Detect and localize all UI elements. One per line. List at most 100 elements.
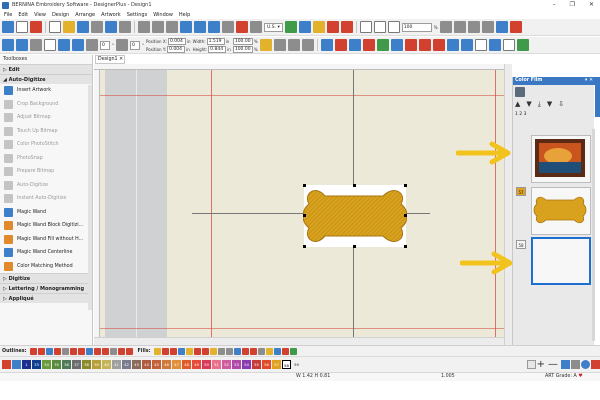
redo-icon[interactable] <box>194 21 206 33</box>
move-bottom-icon[interactable]: ▼ <box>547 99 552 109</box>
flip-icon[interactable] <box>58 39 70 51</box>
fill-pattern-icon[interactable] <box>241 347 249 355</box>
palette-scroll-icon[interactable] <box>526 360 536 369</box>
tool-touch-up-bitmap[interactable]: Touch Up Bitmap <box>0 125 92 139</box>
motif-run-icon[interactable] <box>85 347 93 355</box>
e-stitch-icon[interactable] <box>77 347 85 355</box>
fill-extra-icon[interactable] <box>273 347 281 355</box>
color-swatch[interactable]: 41 <box>112 360 121 369</box>
flower-icon[interactable] <box>334 39 347 51</box>
color-circle-icon[interactable] <box>581 360 590 369</box>
color-swatch[interactable]: 44 <box>142 360 151 369</box>
sequence-icon[interactable]: ⇩ <box>558 99 564 109</box>
print-icon[interactable] <box>91 21 103 33</box>
color-swatch[interactable]: 56 <box>262 360 271 369</box>
cut-icon[interactable] <box>138 21 150 33</box>
color-swatch[interactable]: 37 <box>72 360 81 369</box>
menu-artwork[interactable]: Artwork <box>101 12 121 18</box>
hoop-settings-icon[interactable] <box>250 21 262 33</box>
minimize-button[interactable]: – <box>553 1 556 8</box>
color-swatch[interactable]: 38 <box>82 360 91 369</box>
show-bitmap-icon[interactable] <box>312 21 325 33</box>
tool-magic-wand-fill[interactable]: Magic Wand Fill without H... <box>0 233 92 247</box>
fabric-icon[interactable] <box>284 21 297 33</box>
tool-prepare-bitmap[interactable]: Prepare Bitmap <box>0 165 92 179</box>
section-lettering[interactable]: ▷ Lettering / Monogramming <box>0 283 92 293</box>
hoop-region-select[interactable]: U.S. ▾ <box>264 22 283 32</box>
rotate-left-icon[interactable] <box>86 39 98 51</box>
tool-insert-artwork[interactable]: Insert Artwork <box>0 84 92 98</box>
group-icon[interactable] <box>287 39 300 51</box>
color-swatch[interactable]: 57 <box>272 360 281 369</box>
candlewicking-icon[interactable] <box>404 39 417 51</box>
toolboxes-scrollbar[interactable] <box>88 85 92 310</box>
grid-icon[interactable] <box>340 21 353 33</box>
pattern-icon[interactable] <box>348 39 361 51</box>
lock-proportions-icon[interactable] <box>259 39 272 51</box>
tab-design1[interactable]: Design1 ✕ <box>95 55 125 64</box>
select-object-icon[interactable] <box>2 39 14 51</box>
color-swatch[interactable]: 53 <box>232 360 241 369</box>
move-top-icon[interactable]: ▲ <box>515 99 520 109</box>
pattern-fill-icon[interactable] <box>169 347 177 355</box>
canvas-vertical-scrollbar[interactable] <box>504 64 512 345</box>
color-swatch[interactable]: 52 <box>222 360 231 369</box>
color-swatch[interactable]: 46 <box>162 360 171 369</box>
stitch-icon[interactable] <box>390 39 403 51</box>
color-swatch[interactable]: 1 <box>22 360 31 369</box>
bead-icon[interactable] <box>93 347 101 355</box>
color-film-view-icon[interactable] <box>515 87 525 97</box>
sculpture-icon[interactable] <box>225 347 233 355</box>
skew-icon[interactable] <box>116 39 128 51</box>
fit-icon[interactable] <box>453 21 466 33</box>
appliqué-icon[interactable] <box>320 39 333 51</box>
tatami-fill-icon[interactable] <box>153 347 161 355</box>
export-icon[interactable] <box>105 21 117 33</box>
zoom-box-icon[interactable] <box>387 21 400 33</box>
cross-stitch-icon[interactable] <box>209 347 217 355</box>
color-swatch[interactable]: 45 <box>152 360 161 369</box>
position-y-input[interactable]: 0.004 <box>167 45 186 53</box>
color-wheel-icon[interactable] <box>12 360 21 369</box>
prev-icon[interactable] <box>467 21 480 33</box>
zoom-in-icon[interactable] <box>359 21 372 33</box>
position-x-input[interactable]: 0.004 <box>167 37 186 45</box>
color-swatch-selected[interactable]: 58 <box>282 360 291 369</box>
satin-fill-icon[interactable] <box>161 347 169 355</box>
single-outline-icon[interactable] <box>29 347 37 355</box>
color-swatch[interactable]: 33 <box>32 360 41 369</box>
fill-special-icon[interactable] <box>281 347 289 355</box>
zoom-input[interactable]: 100 <box>401 22 432 32</box>
menu-help[interactable]: Help <box>179 12 190 18</box>
pan-icon[interactable] <box>439 21 452 33</box>
tool-instant-auto-digitize[interactable]: Instant Auto-Digitize <box>0 192 92 206</box>
color-swatch[interactable]: 47 <box>172 360 181 369</box>
height-percent-input[interactable]: 100.00 <box>232 45 253 53</box>
mirror-icon[interactable] <box>44 39 56 51</box>
menu-file[interactable]: File <box>4 12 12 18</box>
blackwork-icon[interactable] <box>418 39 431 51</box>
couching-icon[interactable] <box>432 39 445 51</box>
palette-grid-icon[interactable] <box>571 360 580 369</box>
radial-fill-icon[interactable] <box>193 347 201 355</box>
paste-icon[interactable] <box>166 21 178 33</box>
open-folder-icon[interactable] <box>63 21 75 33</box>
maximize-button[interactable]: ❐ <box>570 1 575 8</box>
menu-settings[interactable]: Settings <box>127 12 148 18</box>
canvas-horizontal-scrollbar[interactable] <box>94 337 504 345</box>
wave-fill-icon[interactable] <box>185 347 193 355</box>
hoop-icon[interactable] <box>222 21 234 33</box>
copy-icon[interactable] <box>152 21 164 33</box>
color-swatch[interactable]: 49 <box>192 360 201 369</box>
close-button[interactable]: ✕ <box>589 1 594 8</box>
save-icon[interactable] <box>77 21 89 33</box>
color-swatch[interactable]: 51 <box>212 360 221 369</box>
design-canvas[interactable] <box>100 70 512 345</box>
hoop-view-icon[interactable] <box>495 21 508 33</box>
blackwork-fill-icon[interactable] <box>249 347 257 355</box>
tool-magic-wand[interactable]: Magic Wand <box>0 206 92 220</box>
bone-embroidery-object[interactable] <box>302 184 408 250</box>
motif-fill-icon[interactable] <box>177 347 185 355</box>
zoom-out-icon[interactable] <box>373 21 386 33</box>
blanket-outline-icon[interactable] <box>45 347 53 355</box>
